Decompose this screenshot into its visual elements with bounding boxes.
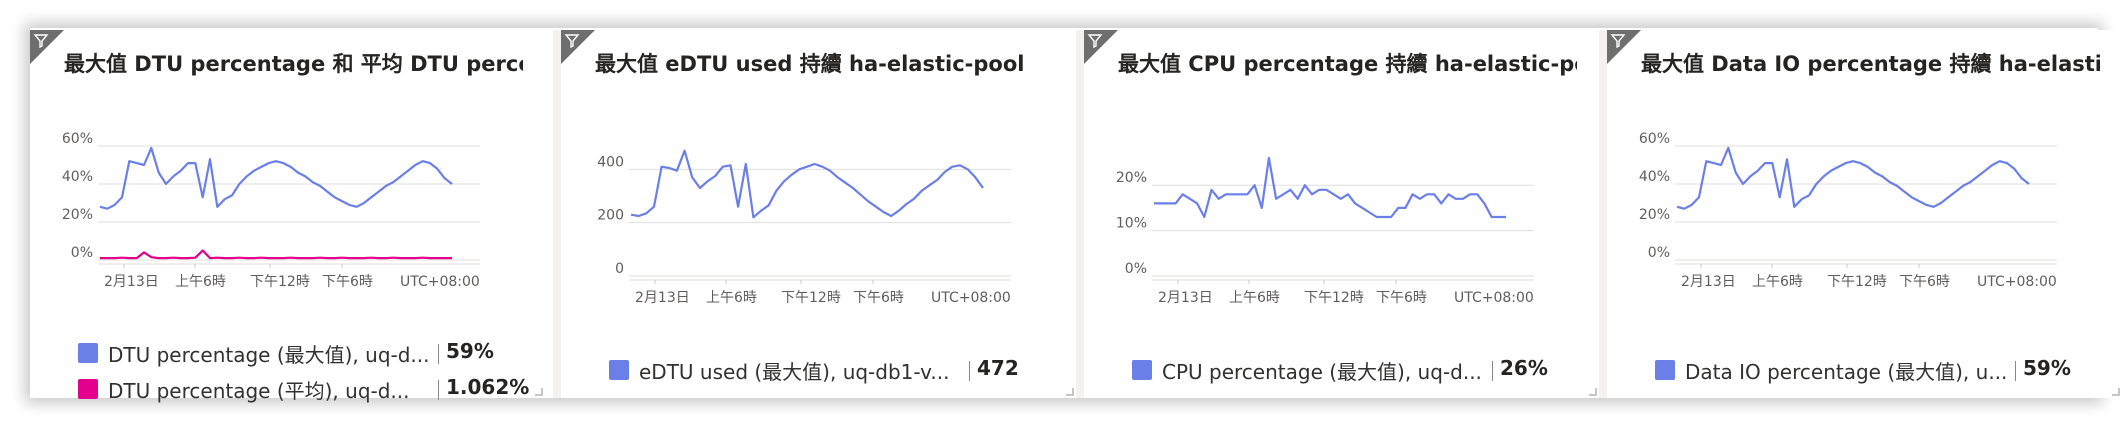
- y-tick-label: 0: [615, 261, 624, 277]
- x-tick-label: 2月13日: [635, 290, 690, 306]
- legend-series-value: 59%: [446, 339, 494, 363]
- x-tick-label: 下午12時: [1304, 290, 1364, 306]
- legend-swatch: [609, 360, 629, 380]
- legend-series-value: 472: [977, 356, 1019, 380]
- legend-separator: [969, 361, 970, 381]
- chart-tile-dtu[interactable]: 最大值 DTU percentage 和 平均 DTU percen... 0%…: [30, 30, 545, 403]
- legend-item[interactable]: DTU percentage (最大值), uq-d... 59%: [78, 335, 525, 371]
- chart-legend: eDTU used (最大值), uq-db1-v... 472: [609, 352, 1056, 388]
- legend-separator: [438, 380, 439, 400]
- y-tick-label: 40%: [62, 169, 93, 185]
- x-tick-label: 2月13日: [1158, 290, 1213, 306]
- tile-title[interactable]: 最大值 Data IO percentage 持續 ha-elastic-...: [1641, 48, 2100, 78]
- line-chart: 0% 20% 40% 60% 2月13日 上午6時 下午12時 下午6時 UTC+08:00: [1639, 131, 2057, 290]
- legend-swatch: [78, 379, 98, 399]
- series-line: [100, 249, 452, 260]
- x-tick-label: 下午12時: [781, 290, 841, 306]
- x-tick-label: UTC+08:00: [1454, 290, 1534, 306]
- legend-swatch: [78, 343, 98, 363]
- legend-series-value: 26%: [1500, 356, 1548, 380]
- legend-swatch: [1655, 360, 1675, 380]
- x-tick-label: 2月13日: [104, 274, 159, 290]
- legend-item[interactable]: CPU percentage (最大值), uq-d... 26%: [1132, 352, 1579, 388]
- tile-title[interactable]: 最大值 eDTU used 持續 ha-elastic-pool: [595, 48, 1054, 78]
- chart-tile-data-io[interactable]: 最大值 Data IO percentage 持續 ha-elastic-...…: [1607, 30, 2122, 398]
- y-tick-label: 60%: [62, 131, 93, 147]
- filter-icon[interactable]: [564, 33, 580, 49]
- y-tick-label: 0%: [1648, 245, 1670, 261]
- series-line: [1676, 146, 2030, 210]
- legend-item[interactable]: Data IO percentage (最大值), u... 59%: [1655, 352, 2102, 388]
- x-tick-label: 上午6時: [1752, 274, 1803, 290]
- legend-series-name: Data IO percentage (最大值), u...: [1685, 360, 2008, 384]
- legend-series-name: CPU percentage (最大值), uq-d...: [1162, 360, 1482, 384]
- tile-title[interactable]: 最大值 CPU percentage 持續 ha-elastic-pool: [1118, 48, 1577, 78]
- y-tick-label: 400: [597, 154, 624, 170]
- filter-icon[interactable]: [1610, 33, 1626, 49]
- tile-gutter: [1076, 30, 1084, 398]
- legend-separator: [438, 344, 439, 364]
- x-tick-label: 下午6時: [853, 290, 904, 306]
- x-tick-label: 下午12時: [250, 274, 310, 290]
- x-tick-label: 上午6時: [175, 274, 226, 290]
- x-tick-label: UTC+08:00: [1977, 274, 2057, 290]
- filter-icon[interactable]: [33, 33, 49, 49]
- y-tick-label: 10%: [1116, 216, 1147, 232]
- tile-title[interactable]: 最大值 DTU percentage 和 平均 DTU percen...: [64, 48, 523, 78]
- legend-series-name: DTU percentage (最大值), uq-d...: [108, 343, 430, 367]
- y-tick-label: 200: [597, 208, 624, 224]
- x-tick-label: 上午6時: [706, 290, 757, 306]
- x-tick-label: 下午6時: [1376, 290, 1427, 306]
- resize-handle[interactable]: [2112, 388, 2120, 396]
- legend-separator: [1492, 361, 1493, 381]
- chart-tile-cpu[interactable]: 最大值 CPU percentage 持續 ha-elastic-pool 0%…: [1084, 30, 1599, 398]
- y-tick-label: 0%: [1125, 261, 1147, 277]
- x-tick-label: 下午12時: [1827, 274, 1887, 290]
- resize-handle[interactable]: [1589, 388, 1597, 396]
- y-tick-label: 60%: [1639, 131, 1670, 147]
- resize-handle[interactable]: [535, 388, 543, 396]
- line-chart: 0% 10% 20% 2月13日 上午6時 下午12時 下午6時 UTC+08:00: [1116, 156, 1534, 306]
- legend-series-value: 1.062%: [446, 375, 530, 399]
- legend-item[interactable]: eDTU used (最大值), uq-db1-v... 472: [609, 352, 1056, 388]
- x-tick-label: UTC+08:00: [931, 290, 1011, 306]
- y-tick-label: 20%: [1116, 170, 1147, 186]
- line-chart: 0 200 400 2月13日 上午6時 下午12時 下午6時 UTC+08:00: [597, 149, 1011, 306]
- legend-item[interactable]: DTU percentage (平均), uq-d... 1.062%: [78, 371, 529, 407]
- series-line: [99, 146, 453, 210]
- y-tick-label: 20%: [62, 207, 93, 223]
- series-line: [630, 149, 984, 219]
- legend-separator: [2015, 361, 2016, 381]
- legend-series-value: 59%: [2023, 356, 2071, 380]
- x-tick-label: 下午6時: [322, 274, 373, 290]
- legend-series-name: eDTU used (最大值), uq-db1-v...: [639, 360, 950, 384]
- x-tick-label: UTC+08:00: [400, 274, 480, 290]
- y-tick-label: 20%: [1639, 207, 1670, 223]
- legend-swatch: [1132, 360, 1152, 380]
- filter-icon[interactable]: [1087, 33, 1103, 49]
- resize-handle[interactable]: [1066, 388, 1074, 396]
- chart-legend: DTU percentage (最大值), uq-d... 59% DTU pe…: [78, 335, 529, 407]
- x-tick-label: 2月13日: [1681, 274, 1736, 290]
- chart-tile-edtu[interactable]: 最大值 eDTU used 持續 ha-elastic-pool 0 200 400…: [561, 30, 1076, 398]
- y-tick-label: 0%: [71, 245, 93, 261]
- x-tick-label: 上午6時: [1229, 290, 1280, 306]
- x-tick-label: 下午6時: [1899, 274, 1950, 290]
- chart-legend: Data IO percentage (最大值), u... 59%: [1655, 352, 2102, 388]
- tile-gutter: [553, 30, 561, 398]
- series-line: [1154, 156, 1506, 219]
- legend-series-name: DTU percentage (平均), uq-d...: [108, 379, 410, 403]
- tile-gutter: [1599, 30, 1607, 398]
- y-tick-label: 40%: [1639, 169, 1670, 185]
- chart-legend: CPU percentage (最大值), uq-d... 26%: [1132, 352, 1579, 388]
- line-chart: 0% 20% 40% 60% 2月13日 上午6時 下午12時 下午6時 UTC+08:00: [62, 131, 480, 290]
